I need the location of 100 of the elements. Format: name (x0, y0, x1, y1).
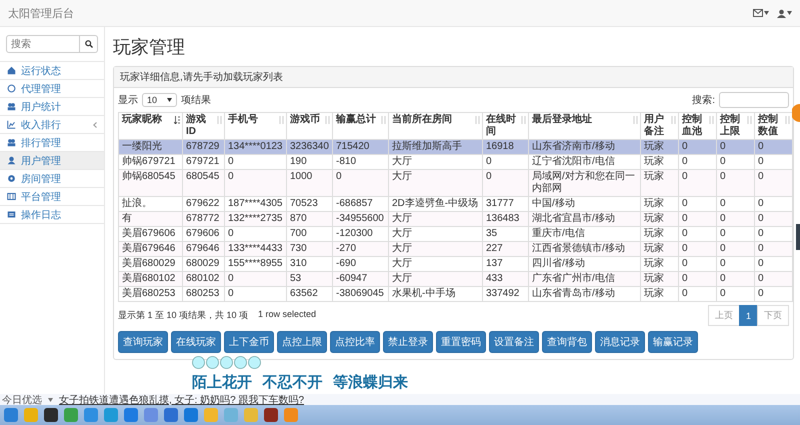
ticker-label: 今日优选 (2, 394, 42, 406)
table-cell: 0 (716, 286, 754, 302)
table-cell: 有 (118, 212, 182, 226)
table-cell: 136483 (482, 212, 528, 226)
table-cell: 1000 (286, 170, 332, 196)
envelope-icon[interactable] (753, 9, 763, 17)
sidebar-item[interactable]: 代理管理 (0, 80, 104, 98)
menu-icon (7, 192, 16, 201)
page-length-select[interactable]: 10 (142, 93, 178, 107)
action-button[interactable]: 设置备注 (489, 331, 539, 353)
search-label: 搜索: (692, 94, 715, 107)
table-cell: 局域网/对方和您在同一内部网 (528, 170, 640, 196)
action-button[interactable]: 在线玩家 (171, 331, 221, 353)
table-cell: 0 (716, 170, 754, 196)
app-title: 太阳管理后台 (8, 6, 74, 20)
table-cell: -60947 (332, 272, 388, 286)
lyric-dot-icon (220, 356, 233, 369)
action-button[interactable]: 上下金币 (224, 331, 274, 353)
table-cell: 132****2735 (224, 212, 286, 226)
news-link[interactable]: 女子拍铁道遭遇色狼乱摸, 女子: 奶奶吗? 跟我下车数吗? (59, 392, 304, 406)
table-cell: 山东省济南市/移动 (528, 140, 640, 154)
menu-icon (7, 174, 16, 183)
column-header[interactable]: 最后登录地址 (528, 112, 640, 140)
table-cell: 玩家 (640, 286, 678, 302)
table-cell: 广东省广州市/电信 (528, 272, 640, 286)
selection-info: 1 row selected (258, 309, 316, 321)
caret-icon (764, 11, 769, 15)
user-icon[interactable] (777, 8, 786, 18)
action-button[interactable]: 查询背包 (542, 331, 592, 353)
lyrics-text: 陌上花开 不忍不开 等浪蝶归来 (192, 373, 408, 392)
column-header[interactable]: 玩家昵称 (118, 112, 182, 140)
lyric-dot-icon (234, 356, 247, 369)
table-cell: 680253 (182, 286, 224, 302)
table-cell: 680102 (182, 272, 224, 286)
caret-icon (48, 398, 53, 402)
table-cell: 0 (754, 140, 792, 154)
table-cell: 拉斯维加斯高手 (388, 140, 482, 154)
table-cell: 大厅 (388, 212, 482, 226)
table-cell: 0 (754, 272, 792, 286)
taskbar-app-icon[interactable] (44, 408, 58, 422)
table-cell: 433 (482, 272, 528, 286)
table-cell: 730 (286, 242, 332, 256)
lyric-dot-icon (206, 356, 219, 369)
table-cell: 0 (678, 212, 716, 226)
action-button[interactable]: 消息记录 (595, 331, 645, 353)
table-cell: 0 (678, 170, 716, 196)
table-cell: 玩家 (640, 170, 678, 196)
sidebar-item[interactable]: 用户统计 (0, 98, 104, 116)
table-cell: 0 (716, 140, 754, 154)
sidebar-item[interactable]: 收入排行 (0, 116, 104, 134)
table-cell: 337492 (482, 286, 528, 302)
table-cell: 0 (224, 286, 286, 302)
table-cell: 0 (678, 140, 716, 154)
action-button[interactable]: 点控比率 (330, 331, 380, 353)
taskbar-app-icon[interactable] (264, 408, 278, 422)
table-cell: -38069045 (332, 286, 388, 302)
table-cell: 678772 (182, 212, 224, 226)
table-cell: 680545 (182, 170, 224, 196)
side-handle[interactable] (796, 224, 800, 250)
table-cell: -34955600 (332, 212, 388, 226)
search-field[interactable]: 搜索 (6, 35, 80, 53)
table-cell: 63562 (286, 286, 332, 302)
table-cell: 0 (716, 212, 754, 226)
table-cell: 美眉680102 (118, 272, 182, 286)
page-title: 玩家管理 (113, 36, 186, 59)
floating-widget-icon[interactable] (792, 104, 800, 122)
table-info: 显示第 1 至 10 项结果，共 10 项 (118, 309, 248, 322)
table-cell: 0 (678, 286, 716, 302)
caret-icon (167, 98, 172, 102)
action-button[interactable]: 输赢记录 (648, 331, 698, 353)
length-label: 显示 (118, 94, 138, 107)
sidebar-item[interactable]: 操作日志 (0, 206, 104, 224)
sidebar-item[interactable]: 用户管理 (0, 152, 104, 170)
table-cell: 133****4433 (224, 242, 286, 256)
table-search-field[interactable] (719, 92, 789, 108)
table-cell: 0 (224, 272, 286, 286)
menu-icon (7, 210, 16, 219)
table-cell: 0 (678, 272, 716, 286)
table-cell: 0 (754, 286, 792, 302)
action-button[interactable]: 重置密码 (436, 331, 486, 353)
table-cell: 870 (286, 212, 332, 226)
table-cell: 134****0123 (224, 140, 286, 154)
table-cell: 0 (754, 212, 792, 226)
table-cell: 53 (286, 272, 332, 286)
sidebar-item[interactable]: 平台管理 (0, 188, 104, 206)
table-cell: 玩家 (640, 212, 678, 226)
menu-icon (7, 138, 16, 147)
table-cell: 湖北省宜昌市/移动 (528, 212, 640, 226)
table-cell: 大厅 (388, 272, 482, 286)
menu-icon (7, 156, 16, 165)
action-button[interactable]: 禁止登录 (383, 331, 433, 353)
search-button[interactable] (80, 35, 98, 53)
sidebar-item[interactable]: 房间管理 (0, 170, 104, 188)
action-button[interactable]: 查询玩家 (118, 331, 168, 353)
sidebar-item[interactable]: 运行状态 (0, 62, 104, 80)
search-icon (84, 40, 92, 48)
table-cell: 678729 (182, 140, 224, 154)
table-cell: 玩家 (640, 272, 678, 286)
action-button[interactable]: 点控上限 (277, 331, 327, 353)
table-cell: 227 (482, 242, 528, 256)
